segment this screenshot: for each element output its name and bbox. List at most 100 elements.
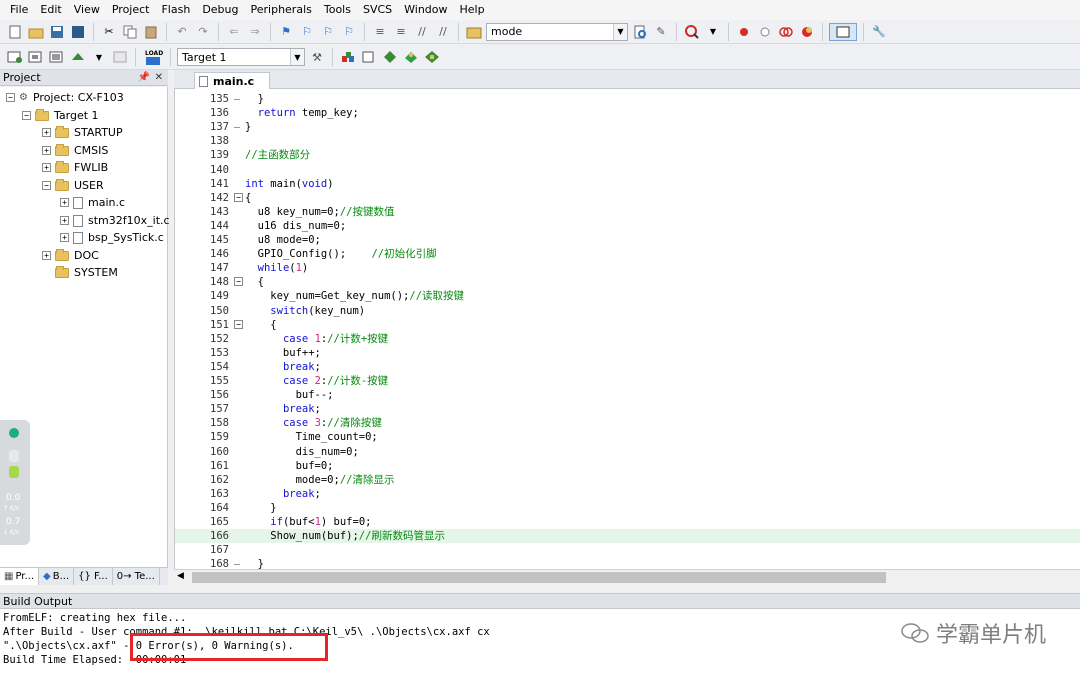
nav-forward-icon[interactable]: ⇒ (246, 23, 264, 41)
manage-components-icon[interactable] (360, 48, 378, 66)
code-line[interactable]: 156 buf--; (175, 388, 1080, 402)
download-icon[interactable]: LOAD (142, 48, 164, 66)
nav-back-icon[interactable]: ⇐ (225, 23, 243, 41)
chevron-down-icon[interactable]: ▼ (613, 23, 627, 40)
code-line[interactable]: 159 Time_count=0; (175, 430, 1080, 444)
tree-group-system[interactable]: SYSTEM (55, 264, 118, 281)
code-line[interactable]: 148− { (175, 275, 1080, 289)
code-line[interactable]: 143 u8 key_num=0;//按键数值 (175, 205, 1080, 219)
tab-main-c[interactable]: main.c (194, 72, 270, 89)
menu-project[interactable]: Project (106, 0, 156, 20)
code-line[interactable]: 141 int main(void) (175, 177, 1080, 191)
code-line[interactable]: 155 case 2://计数-按键 (175, 374, 1080, 388)
tree-group-fwlib[interactable]: + FWLIB (42, 159, 108, 176)
debug-dropdown-icon[interactable]: ▼ (704, 23, 722, 41)
code-line[interactable]: 136 return temp_key; (175, 106, 1080, 120)
disable-breakpoints-icon[interactable] (777, 23, 795, 41)
new-file-icon[interactable] (6, 23, 24, 41)
close-icon[interactable]: ✕ (155, 70, 163, 86)
code-line[interactable]: 140 (175, 163, 1080, 177)
code-line[interactable]: 166 Show_num(buf);//刷新数码管显示 (175, 529, 1080, 544)
code-line[interactable]: 158 case 3://清除按键 (175, 416, 1080, 430)
chevron-down-icon[interactable]: ▼ (290, 49, 304, 65)
horizontal-scrollbar[interactable]: ◀ (174, 569, 1080, 585)
file-extensions-icon[interactable] (339, 48, 357, 66)
code-editor[interactable]: 135 } 136 return temp_key; 137} 138 139//主函数… (174, 89, 1080, 569)
menu-peripherals[interactable]: Peripherals (245, 0, 318, 20)
save-all-icon[interactable] (69, 23, 87, 41)
copy-icon[interactable] (121, 23, 139, 41)
collapse-icon[interactable]: − (6, 93, 15, 102)
select-packs-icon[interactable] (381, 48, 399, 66)
unindent-icon[interactable]: ≡ (392, 23, 410, 41)
tree-group-cmsis[interactable]: + CMSIS (42, 142, 108, 159)
code-line[interactable]: 145 u8 mode=0; (175, 233, 1080, 247)
code-line[interactable]: 144 u16 dis_num=0; (175, 219, 1080, 233)
code-line[interactable]: 135 } (175, 92, 1080, 106)
tree-group-user[interactable]: − USER (42, 177, 104, 194)
tree-file-it[interactable]: + stm32f10x_it.c (60, 212, 170, 229)
fold-toggle-icon[interactable]: − (234, 192, 243, 202)
code-line[interactable]: 160 dis_num=0; (175, 445, 1080, 459)
pin-icon[interactable]: 📌 (138, 70, 150, 86)
code-line[interactable]: 167 (175, 543, 1080, 557)
enable-breakpoint-icon[interactable] (756, 23, 774, 41)
code-line[interactable]: 162 mode=0;//清除显示 (175, 473, 1080, 487)
code-line[interactable]: 157 break; (175, 402, 1080, 416)
code-line[interactable]: 137} (175, 120, 1080, 134)
code-line[interactable]: 154 break; (175, 360, 1080, 374)
code-line[interactable]: 146 GPIO_Config(); //初始化引脚 (175, 247, 1080, 261)
bookmark-icon[interactable]: ⚑ (277, 23, 295, 41)
tab-books[interactable]: ◆ B... (39, 568, 75, 585)
find-in-files-icon[interactable] (465, 23, 483, 41)
incremental-find-icon[interactable]: ✎ (652, 23, 670, 41)
target-combo[interactable]: Target 1 ▼ (177, 48, 305, 66)
tree-group-startup[interactable]: + STARTUP (42, 124, 123, 141)
cut-icon[interactable]: ✂ (100, 23, 118, 41)
code-line[interactable]: 138 (175, 134, 1080, 148)
batch-build-icon[interactable] (69, 48, 87, 66)
code-line[interactable]: 147 while(1) (175, 261, 1080, 275)
expand-icon[interactable]: + (60, 198, 69, 207)
expand-icon[interactable]: + (42, 128, 51, 137)
rebuild-icon[interactable] (48, 48, 66, 66)
fold-toggle-icon[interactable]: − (234, 277, 243, 287)
code-line[interactable]: 150 switch(key_num) (175, 304, 1080, 318)
comment-icon[interactable]: // (413, 23, 431, 41)
batch-dropdown-icon[interactable]: ▼ (90, 48, 108, 66)
code-line[interactable]: 139 //主函数部分 (175, 148, 1080, 162)
code-line[interactable]: 161 buf=0; (175, 459, 1080, 473)
collapse-icon[interactable]: − (22, 111, 31, 120)
menu-window[interactable]: Window (398, 0, 453, 20)
menu-svcs[interactable]: SVCS (357, 0, 398, 20)
code-line[interactable]: 163 break; (175, 487, 1080, 501)
tree-project-root[interactable]: − ⚙ Project: CX-F103 (6, 89, 124, 106)
redo-icon[interactable]: ↷ (194, 23, 212, 41)
code-line[interactable]: 142−{ (175, 191, 1080, 205)
stop-build-icon[interactable] (111, 48, 129, 66)
save-icon[interactable] (48, 23, 66, 41)
code-line[interactable]: 164 } (175, 501, 1080, 515)
target-options-icon[interactable]: ⚒ (308, 48, 326, 66)
code-line[interactable]: 168 } (175, 557, 1080, 569)
tree-target[interactable]: − Target 1 (22, 107, 99, 124)
tab-functions[interactable]: {} F... (74, 568, 113, 585)
find-combo[interactable]: mode ▼ (486, 22, 628, 41)
menu-flash[interactable]: Flash (155, 0, 196, 20)
paste-icon[interactable] (142, 23, 160, 41)
menu-edit[interactable]: Edit (34, 0, 67, 20)
translate-icon[interactable] (6, 48, 24, 66)
debug-session-icon[interactable] (683, 23, 701, 41)
menu-help[interactable]: Help (454, 0, 491, 20)
expand-icon[interactable]: + (60, 216, 69, 225)
clear-bookmarks-icon[interactable]: ⚐ (340, 23, 358, 41)
undo-icon[interactable]: ↶ (173, 23, 191, 41)
find-icon[interactable] (631, 23, 649, 41)
open-folder-icon[interactable] (27, 23, 45, 41)
menu-file[interactable]: File (4, 0, 34, 20)
next-bookmark-icon[interactable]: ⚐ (319, 23, 337, 41)
code-line[interactable]: 151− { (175, 318, 1080, 332)
breakpoint-icon[interactable] (735, 23, 753, 41)
run-time-env-icon[interactable] (423, 48, 441, 66)
tree-file-systick[interactable]: + bsp_SysTick.c (60, 229, 164, 246)
